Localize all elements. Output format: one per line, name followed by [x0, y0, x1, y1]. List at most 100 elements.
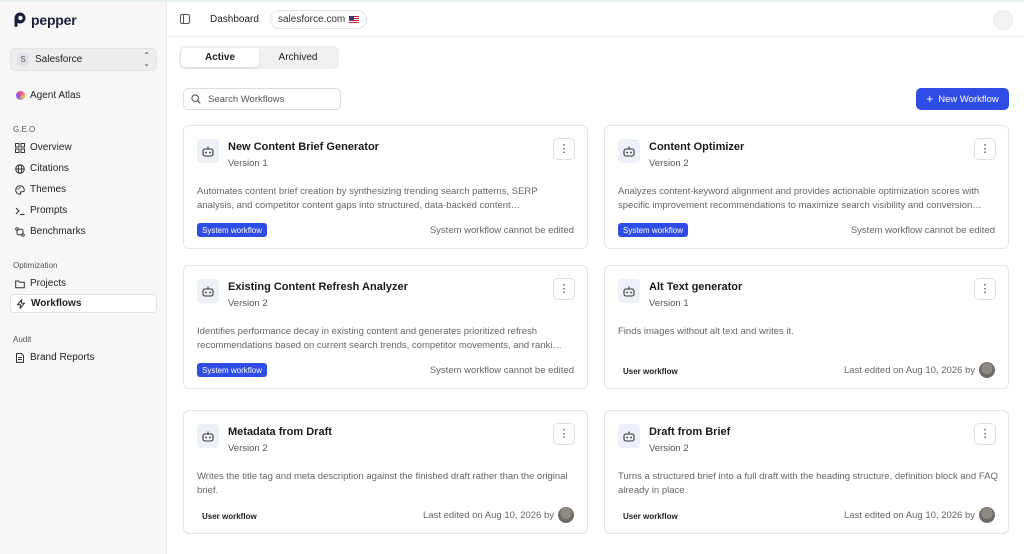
card-title: Alt Text generator: [649, 281, 743, 293]
card-version: Version 2: [649, 158, 689, 169]
card-description: Analyzes content-keyword alignment and p…: [618, 186, 982, 211]
sidebar: pepper S Salesforce ⌃ ⌄ Agent Atlas G.E.O…: [0, 2, 167, 554]
agent-atlas-icon: [15, 91, 25, 101]
footer-text: System workflow cannot be edited: [429, 364, 574, 376]
search-icon: [191, 94, 201, 104]
kebab-menu-button[interactable]: ⋮: [553, 138, 575, 160]
kebab-icon: ⋮: [558, 142, 570, 155]
editor-avatar: [979, 507, 995, 523]
robot-icon: [618, 139, 640, 163]
footer-text: System workflow cannot be edited: [429, 224, 574, 236]
sidebar-item-label: Overview: [30, 142, 72, 153]
app-logo[interactable]: pepper: [13, 12, 77, 28]
kebab-icon: ⋮: [558, 427, 570, 440]
document-icon: [15, 352, 25, 363]
card-footer-note: Last edited on Aug 10, 2026 by: [844, 507, 995, 523]
card-description: Turns a structured brief into a full dra…: [618, 471, 998, 496]
kebab-menu-button[interactable]: ⋮: [974, 138, 996, 160]
grid-icon: [15, 142, 25, 153]
sidebar-toggle-icon[interactable]: [180, 14, 190, 24]
card-description: Identifies performance decay in existing…: [197, 326, 562, 351]
tab-active[interactable]: Active: [181, 48, 259, 67]
pepper-logo-icon: [14, 12, 26, 27]
card-title: Draft from Brief: [649, 426, 731, 438]
card-footer-note: Last edited on Aug 10, 2026 by: [423, 507, 574, 523]
card-version: Version 2: [228, 443, 268, 454]
sidebar-item-benchmarks[interactable]: Benchmarks: [10, 222, 157, 241]
sidebar-item-prompts[interactable]: Prompts: [10, 201, 157, 220]
sidebar-item-label: Projects: [30, 278, 67, 289]
workflow-card[interactable]: Alt Text generator Version 1 ⋮ Finds ima…: [604, 265, 1009, 389]
org-switcher[interactable]: S Salesforce ⌃ ⌄: [10, 48, 157, 71]
sidebar-item-themes[interactable]: Themes: [10, 180, 157, 199]
folder-icon: [15, 279, 25, 289]
kebab-menu-button[interactable]: ⋮: [553, 278, 575, 300]
sidebar-item-label: Benchmarks: [30, 226, 86, 237]
breadcrumb[interactable]: Dashboard: [210, 14, 259, 25]
kebab-icon: ⋮: [979, 142, 991, 155]
workflow-type-badge: User workflow: [623, 366, 678, 376]
card-version: Version 1: [649, 298, 689, 309]
sidebar-item-workflows[interactable]: Workflows: [10, 294, 157, 313]
section-audit: Audit: [13, 335, 32, 344]
search-box[interactable]: [183, 88, 341, 110]
search-input[interactable]: [208, 93, 328, 105]
card-title: Existing Content Refresh Analyzer: [228, 281, 408, 293]
new-workflow-button[interactable]: + New Workflow: [916, 88, 1009, 110]
kebab-menu-button[interactable]: ⋮: [974, 423, 996, 445]
workflow-type-badge: User workflow: [623, 511, 678, 521]
card-footer-note: Last edited on Aug 10, 2026 by: [844, 362, 995, 378]
kebab-icon: ⋮: [558, 282, 570, 295]
section-optimization: Optimization: [13, 261, 58, 270]
lightning-icon: [16, 298, 26, 309]
sidebar-item-label: Brand Reports: [30, 352, 95, 363]
card-version: Version 1: [228, 158, 268, 169]
site-selector[interactable]: salesforce.com: [270, 10, 368, 29]
footer-text: Last edited on Aug 10, 2026 by: [844, 364, 975, 376]
card-footer-note: System workflow cannot be edited: [851, 223, 995, 237]
compare-arrows-icon: [15, 226, 25, 237]
tab-archived[interactable]: Archived: [259, 48, 337, 67]
org-badge: S: [17, 53, 29, 66]
sidebar-item-brand-reports[interactable]: Brand Reports: [10, 348, 157, 367]
card-title: Metadata from Draft: [228, 426, 332, 438]
editor-avatar: [979, 362, 995, 378]
sidebar-item-label: Themes: [30, 184, 67, 195]
globe-icon: [15, 163, 25, 174]
palette-icon: [15, 184, 25, 195]
user-avatar[interactable]: [993, 10, 1013, 30]
card-footer-note: System workflow cannot be edited: [430, 223, 574, 237]
app-name: pepper: [31, 12, 77, 28]
workflow-card[interactable]: Draft from Brief Version 2 ⋮ Turns a str…: [604, 410, 1009, 534]
kebab-icon: ⋮: [979, 282, 991, 295]
workflow-type-badge: System workflow: [618, 223, 689, 237]
section-geo: G.E.O: [13, 125, 36, 134]
footer-text: Last edited on Aug 10, 2026 by: [844, 509, 975, 521]
sidebar-item-overview[interactable]: Overview: [10, 138, 157, 157]
chevron-updown-icon: ⌃ ⌄: [143, 50, 150, 68]
kebab-menu-button[interactable]: ⋮: [974, 278, 996, 300]
kebab-icon: ⋮: [979, 427, 991, 440]
kebab-menu-button[interactable]: ⋮: [553, 423, 575, 445]
card-version: Version 2: [228, 298, 268, 309]
sidebar-item-agent-atlas[interactable]: Agent Atlas: [10, 86, 157, 105]
workflow-card[interactable]: New Content Brief Generator Version 1 ⋮ …: [183, 125, 588, 249]
sidebar-item-projects[interactable]: Projects: [10, 274, 157, 293]
robot-icon: [197, 279, 219, 303]
workflow-card[interactable]: Content Optimizer Version 2 ⋮ Analyzes c…: [604, 125, 1009, 249]
terminal-icon: [15, 206, 25, 216]
robot-icon: [197, 424, 219, 448]
workflow-tabs: Active Archived: [179, 46, 339, 69]
card-title: New Content Brief Generator: [228, 141, 379, 153]
site-domain: salesforce.com: [278, 14, 346, 25]
workflow-type-badge: System workflow: [197, 363, 268, 377]
workflow-type-badge: User workflow: [202, 511, 257, 521]
footer-text: System workflow cannot be edited: [850, 224, 995, 236]
card-title: Content Optimizer: [649, 141, 745, 153]
editor-avatar: [558, 507, 574, 523]
workflow-card[interactable]: Existing Content Refresh Analyzer Versio…: [183, 265, 588, 389]
workflow-type-badge: System workflow: [197, 223, 268, 237]
card-description: Writes the title tag and meta descriptio…: [197, 471, 568, 496]
workflow-card[interactable]: Metadata from Draft Version 2 ⋮ Writes t…: [183, 410, 588, 534]
sidebar-item-citations[interactable]: Citations: [10, 159, 157, 178]
